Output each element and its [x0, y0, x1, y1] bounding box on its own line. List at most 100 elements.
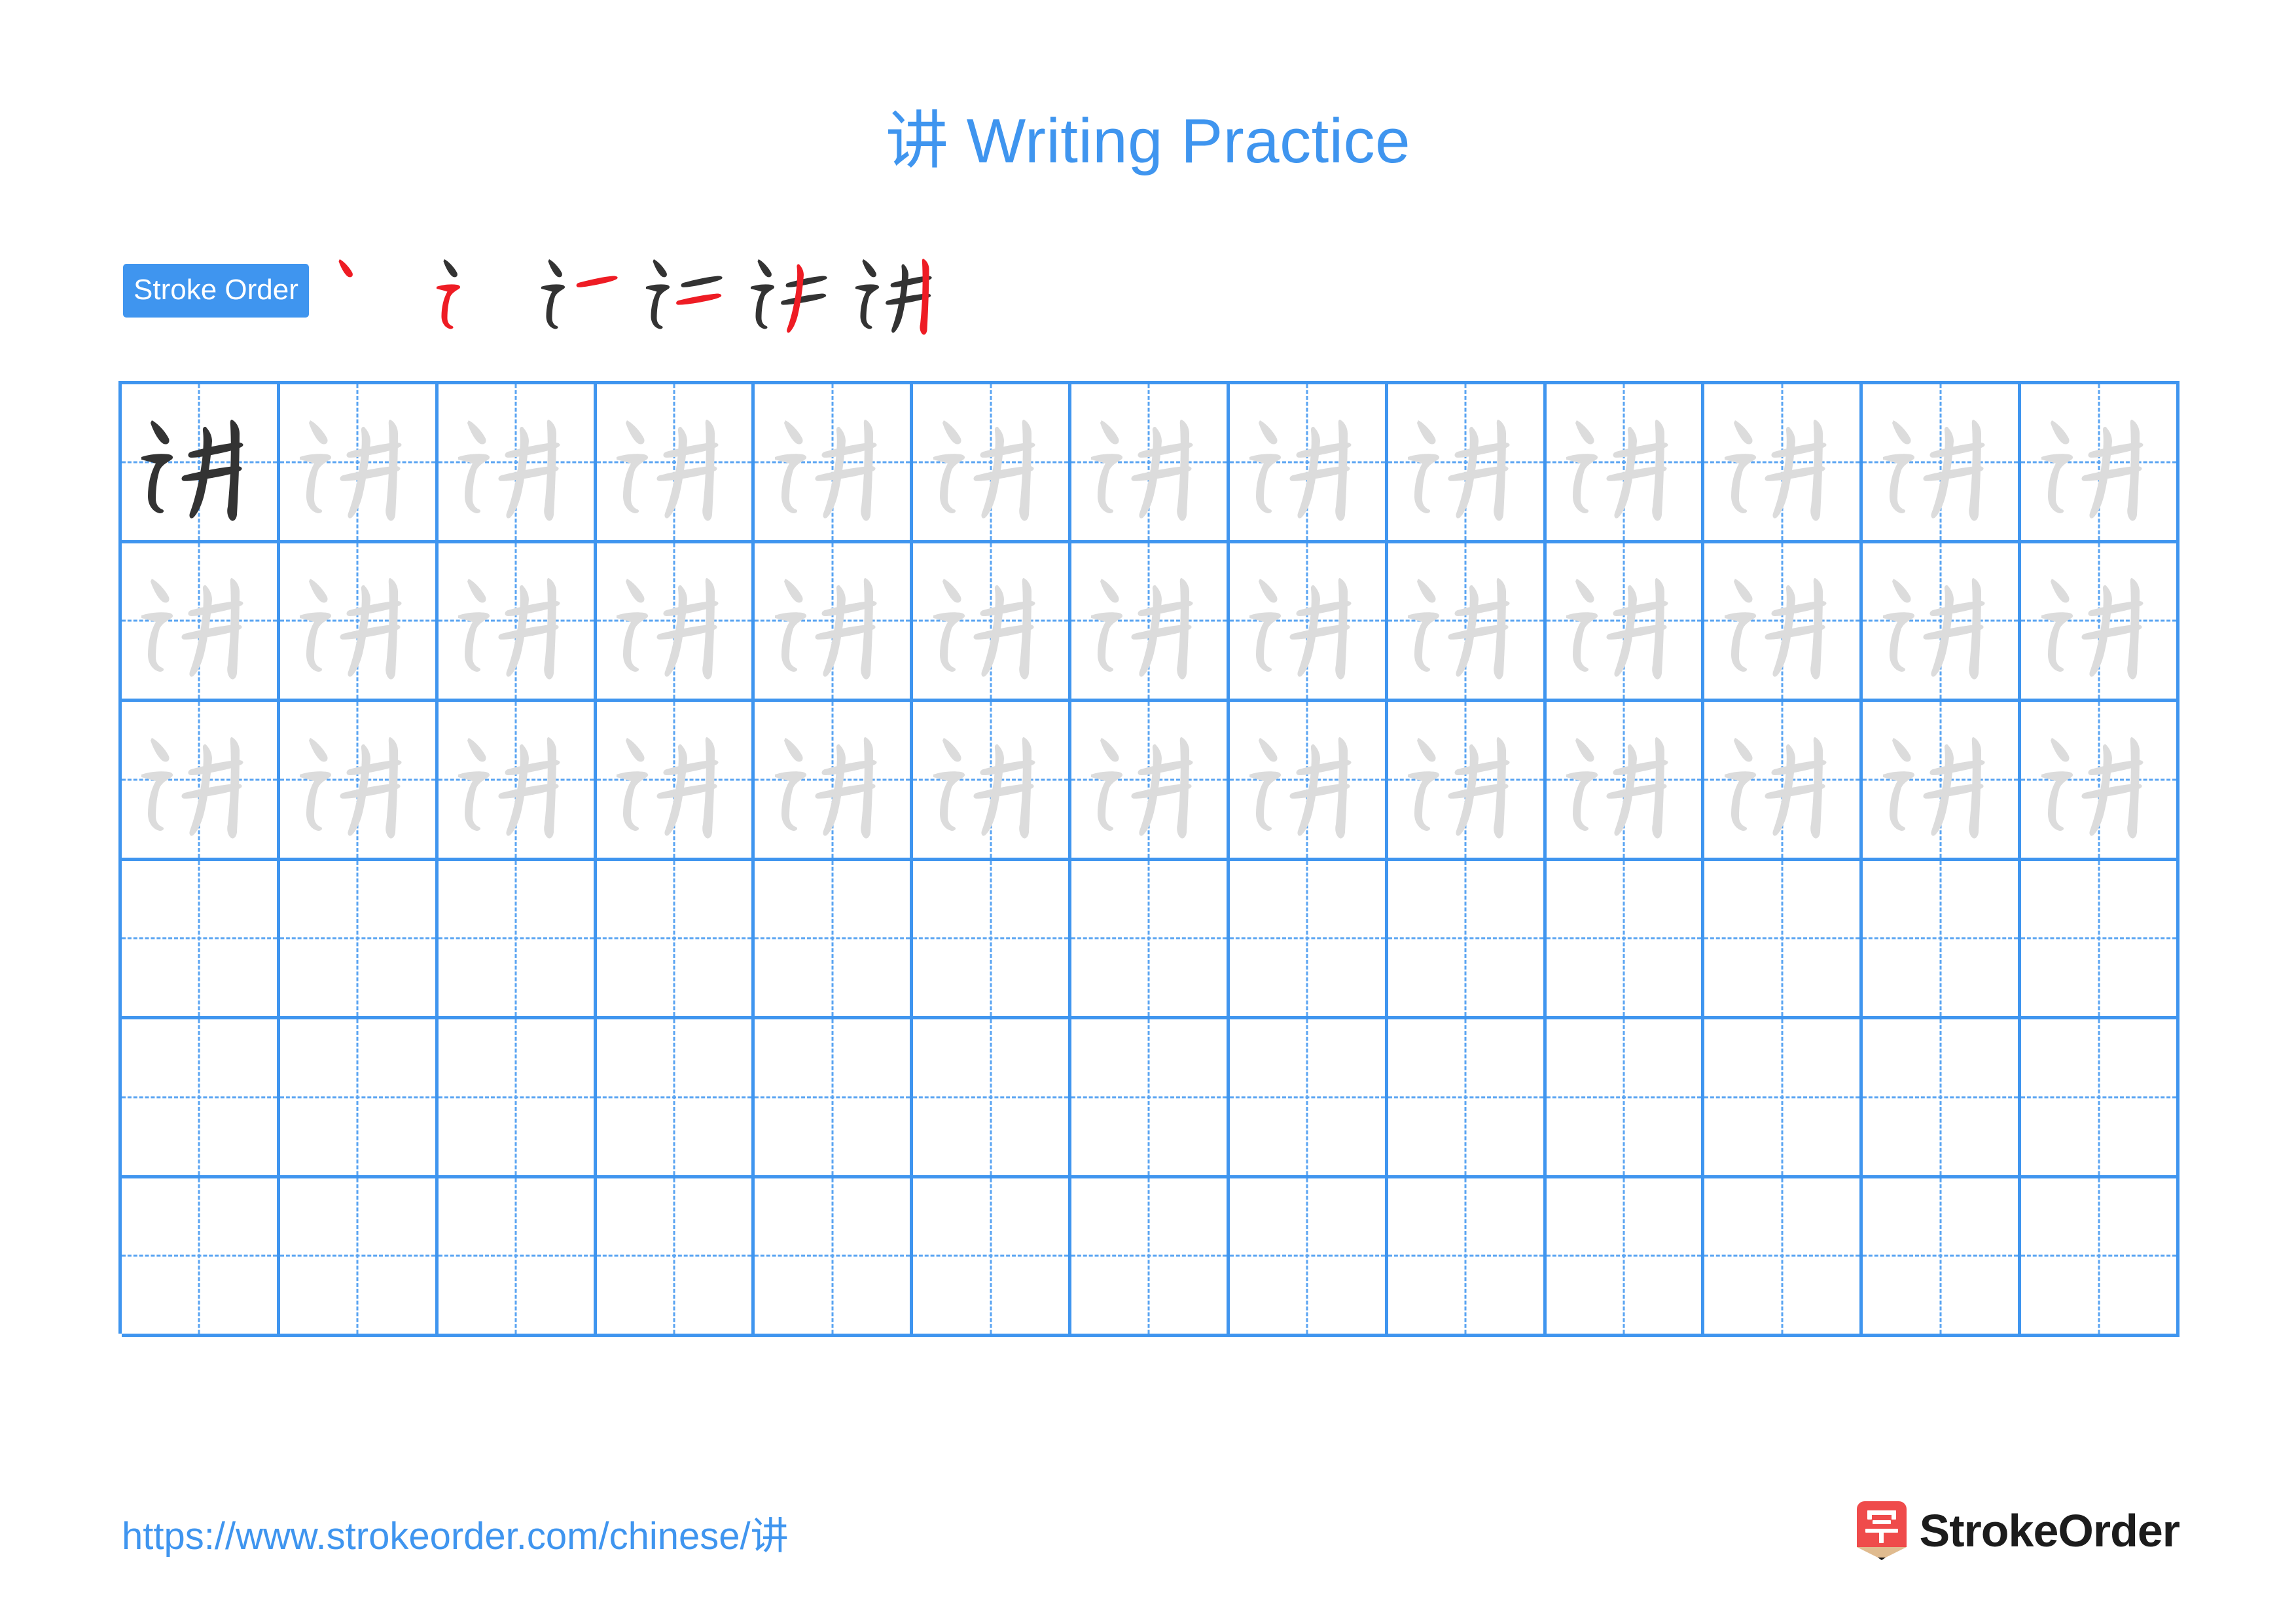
practice-cell-trace[interactable]	[755, 702, 914, 858]
practice-cell-blank[interactable]	[597, 860, 755, 1016]
practice-cell-trace[interactable]	[1388, 543, 1547, 699]
practice-cell-trace[interactable]	[1863, 543, 2022, 699]
practice-cell-blank[interactable]	[1547, 860, 1705, 1016]
practice-cell-blank[interactable]	[439, 860, 597, 1016]
practice-cell-blank[interactable]	[755, 1178, 914, 1334]
practice-cell-blank[interactable]	[1863, 1019, 2022, 1175]
practice-cell-trace[interactable]	[1230, 384, 1388, 540]
practice-cell-blank[interactable]	[1704, 1178, 1863, 1334]
practice-cell-trace[interactable]	[439, 543, 597, 699]
practice-cell-blank[interactable]	[122, 1178, 280, 1334]
practice-cell-blank[interactable]	[597, 1019, 755, 1175]
practice-cell-blank[interactable]	[1230, 1178, 1388, 1334]
practice-cell-trace[interactable]	[280, 384, 439, 540]
practice-cell-trace[interactable]	[1388, 384, 1547, 540]
trace-character	[597, 384, 752, 540]
practice-cell-blank[interactable]	[280, 1019, 439, 1175]
practice-cell-trace[interactable]	[122, 543, 280, 699]
practice-cell-blank[interactable]	[913, 860, 1072, 1016]
practice-cell-blank[interactable]	[122, 1019, 280, 1175]
practice-cell-blank[interactable]	[1230, 860, 1388, 1016]
practice-cell-trace[interactable]	[1071, 543, 1230, 699]
trace-character	[1230, 702, 1385, 858]
practice-row	[122, 860, 2179, 1019]
practice-cell-blank[interactable]	[1704, 1019, 1863, 1175]
trace-character	[280, 543, 435, 699]
practice-cell-blank[interactable]	[755, 1019, 914, 1175]
practice-cell-blank[interactable]	[755, 860, 914, 1016]
practice-cell-trace[interactable]	[2021, 384, 2179, 540]
practice-cell-blank[interactable]	[280, 860, 439, 1016]
practice-cell-trace[interactable]	[755, 384, 914, 540]
practice-cell-blank[interactable]	[1863, 1178, 2022, 1334]
brand-logo[interactable]: StrokeOrder	[1856, 1501, 2180, 1561]
practice-cell-trace[interactable]	[1863, 384, 2022, 540]
practice-cell-blank[interactable]	[1388, 1178, 1547, 1334]
trace-character	[597, 543, 752, 699]
practice-cell-blank[interactable]	[1071, 1019, 1230, 1175]
practice-cell-trace[interactable]	[122, 702, 280, 858]
practice-cell-trace[interactable]	[913, 702, 1072, 858]
trace-character	[1071, 702, 1227, 858]
practice-cell-trace[interactable]	[913, 543, 1072, 699]
pencil-logo-icon	[1856, 1501, 1907, 1560]
practice-cell-blank[interactable]	[280, 1178, 439, 1334]
practice-cell-blank[interactable]	[439, 1178, 597, 1334]
practice-row	[122, 543, 2179, 702]
practice-cell-trace[interactable]	[1863, 702, 2022, 858]
practice-cell-blank[interactable]	[913, 1178, 1072, 1334]
practice-cell-blank[interactable]	[913, 1019, 1072, 1175]
practice-cell-trace[interactable]	[1071, 384, 1230, 540]
practice-cell-trace[interactable]	[1547, 384, 1705, 540]
practice-cell-trace[interactable]	[1547, 702, 1705, 858]
trace-character	[280, 384, 435, 540]
practice-cell-blank[interactable]	[1071, 1178, 1230, 1334]
practice-cell-blank[interactable]	[439, 1019, 597, 1175]
practice-cell-trace[interactable]	[280, 702, 439, 858]
practice-cell-blank[interactable]	[2021, 860, 2179, 1016]
practice-cell-trace[interactable]	[597, 702, 755, 858]
practice-cell-blank[interactable]	[122, 860, 280, 1016]
trace-character	[2021, 384, 2176, 540]
page-title-text: 讲 Writing Practice	[885, 106, 1411, 176]
trace-character	[1388, 543, 1543, 699]
trace-character	[1704, 543, 1859, 699]
practice-cell-trace[interactable]	[1547, 543, 1705, 699]
practice-cell-trace[interactable]	[1230, 543, 1388, 699]
practice-cell-trace[interactable]	[1230, 702, 1388, 858]
trace-character	[122, 702, 277, 858]
practice-cell-blank[interactable]	[1547, 1019, 1705, 1175]
practice-cell-trace[interactable]	[1704, 543, 1863, 699]
practice-cell-trace[interactable]	[1388, 702, 1547, 858]
practice-cell-blank[interactable]	[2021, 1178, 2179, 1334]
practice-cell-trace[interactable]	[280, 543, 439, 699]
practice-cell-trace[interactable]	[597, 384, 755, 540]
practice-cell-model[interactable]	[122, 384, 280, 540]
practice-cell-blank[interactable]	[1071, 860, 1230, 1016]
model-character	[122, 384, 277, 540]
trace-character	[1704, 702, 1859, 858]
practice-cell-trace[interactable]	[2021, 543, 2179, 699]
practice-cell-trace[interactable]	[439, 702, 597, 858]
trace-character	[122, 543, 277, 699]
practice-cell-blank[interactable]	[1388, 1019, 1547, 1175]
source-url[interactable]: https://www.strokeorder.com/chinese/讲	[122, 1518, 789, 1556]
trace-character	[1863, 384, 2018, 540]
practice-cell-blank[interactable]	[1230, 1019, 1388, 1175]
trace-character	[1230, 543, 1385, 699]
practice-cell-trace[interactable]	[913, 384, 1072, 540]
practice-cell-trace[interactable]	[597, 543, 755, 699]
practice-cell-trace[interactable]	[755, 543, 914, 699]
practice-cell-trace[interactable]	[1071, 702, 1230, 858]
practice-cell-blank[interactable]	[1547, 1178, 1705, 1334]
practice-cell-blank[interactable]	[2021, 1019, 2179, 1175]
practice-cell-blank[interactable]	[1863, 860, 2022, 1016]
practice-cell-blank[interactable]	[1704, 860, 1863, 1016]
trace-character	[1547, 702, 1702, 858]
practice-cell-blank[interactable]	[1388, 860, 1547, 1016]
practice-cell-trace[interactable]	[439, 384, 597, 540]
practice-cell-blank[interactable]	[597, 1178, 755, 1334]
practice-cell-trace[interactable]	[1704, 702, 1863, 858]
practice-cell-trace[interactable]	[2021, 702, 2179, 858]
practice-cell-trace[interactable]	[1704, 384, 1863, 540]
